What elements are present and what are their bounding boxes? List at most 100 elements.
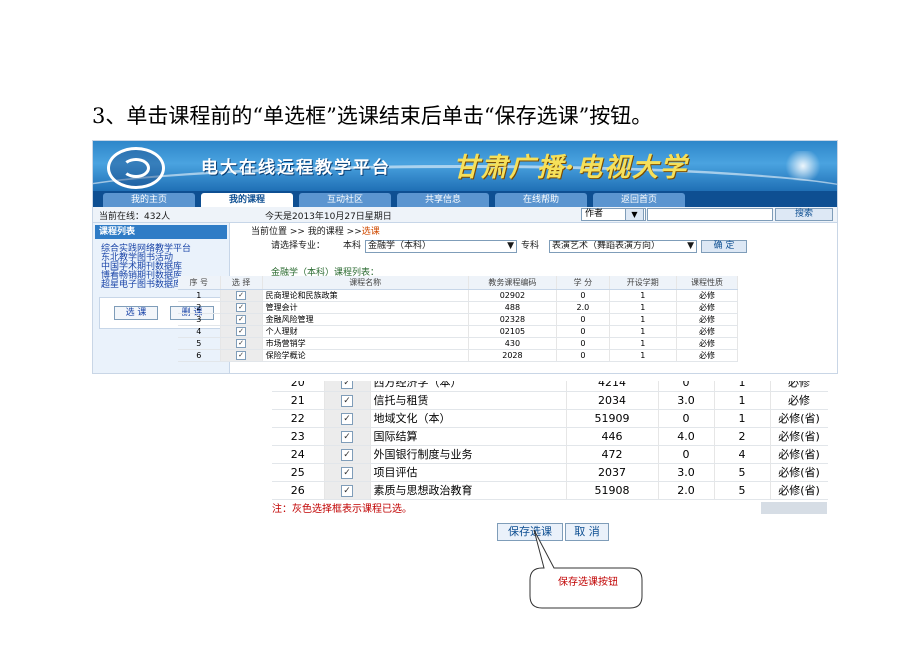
course-checkbox-cell[interactable]: ✓	[220, 349, 263, 362]
course-name: 管理会计	[262, 301, 469, 314]
specialty-select[interactable]: 表演艺术（舞蹈表演方向） ▼	[549, 240, 697, 253]
callout-text: 保存选课按钮	[558, 577, 618, 588]
checkbox-checked-icon[interactable]: ✓	[236, 315, 247, 324]
credits: 0	[556, 313, 610, 326]
checkbox-checked-icon[interactable]: ✓	[341, 449, 353, 461]
university-brand: 甘肃广播·电视大学	[453, 153, 689, 183]
search-button[interactable]: 搜索	[775, 208, 833, 221]
course-name: 金融风险管理	[262, 313, 469, 326]
course-code: 2034	[566, 391, 659, 410]
col-header: 教务课程编码	[468, 276, 558, 290]
tab-community[interactable]: 互动社区	[299, 193, 391, 207]
banner-glow	[783, 151, 823, 181]
table-row: 2 ✓ 管理会计 488 2.0 1 必修	[178, 301, 739, 314]
course-code: 430	[468, 337, 558, 350]
col-header: 课程名称	[262, 276, 469, 290]
tab-shared-info[interactable]: 共享信息	[397, 193, 489, 207]
term: 5	[714, 463, 771, 482]
checkbox-checked-icon[interactable]: ✓	[236, 303, 247, 312]
checkbox-checked-icon[interactable]: ✓	[236, 327, 247, 336]
credits: 2.0	[556, 301, 610, 314]
select-course-button[interactable]: 选 课	[114, 306, 158, 320]
online-count: 当前在线：432人	[99, 212, 171, 222]
specialty-label: 专科	[521, 241, 540, 251]
course-no: 26	[272, 481, 325, 500]
checkbox-checked-icon[interactable]: ✓	[341, 467, 353, 479]
search-input[interactable]	[647, 208, 773, 221]
table-row: 5 ✓ 市场营销学 430 0 1 必修	[178, 337, 739, 350]
course-table-bottom: 20 ✓ 西方经济学（本） 4214 0 1 必修 21 ✓ 信托与租赁 2034 3.0 1 必修 22 ✓…	[272, 381, 828, 500]
instruction-text: 3、单击课程前的“单选框”选课结束后单击“保存选课”按钮。	[92, 104, 653, 128]
course-checkbox-cell[interactable]: ✓	[324, 409, 371, 428]
course-checkbox-cell[interactable]: ✓	[324, 463, 371, 482]
course-no: 6	[178, 349, 221, 362]
course-type: 必修(省)	[770, 463, 828, 482]
credits: 0	[556, 325, 610, 338]
course-no: 3	[178, 313, 221, 326]
course-name: 国际结算	[370, 427, 567, 446]
checkbox-checked-icon[interactable]: ✓	[341, 485, 353, 497]
checkbox-checked-icon[interactable]: ✓	[341, 381, 353, 389]
course-checkbox-cell[interactable]: ✓	[220, 337, 263, 350]
course-name: 西方经济学（本）	[370, 381, 567, 392]
course-checkbox-cell[interactable]: ✓	[324, 427, 371, 446]
level-label: 本科	[343, 241, 362, 251]
course-checkbox-cell[interactable]: ✓	[220, 313, 263, 326]
checkbox-checked-icon[interactable]: ✓	[341, 413, 353, 425]
checkbox-checked-icon[interactable]: ✓	[341, 395, 353, 407]
today-date: 今天是2013年10月27日星期日	[265, 212, 392, 222]
term: 2	[714, 427, 771, 446]
course-code: 02105	[468, 325, 558, 338]
major-prompt: 请选择专业：	[271, 241, 326, 251]
tab-my-home[interactable]: 我的主页	[103, 193, 195, 207]
course-type: 必修	[770, 381, 828, 392]
course-code: 2037	[566, 463, 659, 482]
course-no: 25	[272, 463, 325, 482]
course-name: 项目评估	[370, 463, 567, 482]
course-checkbox-cell[interactable]: ✓	[324, 391, 371, 410]
course-name: 市场营销学	[262, 337, 469, 350]
tab-return-home[interactable]: 返回首页	[593, 193, 685, 207]
course-checkbox-cell[interactable]: ✓	[324, 445, 371, 464]
table-row: 25 ✓ 项目评估 2037 3.0 5 必修(省)	[272, 463, 828, 482]
tab-online-help[interactable]: 在线帮助	[495, 193, 587, 207]
table-row: 6 ✓ 保险学概论 2028 0 1 必修	[178, 349, 739, 362]
credits: 3.0	[658, 391, 715, 410]
checkbox-checked-icon[interactable]: ✓	[236, 339, 247, 348]
course-type: 必修	[676, 349, 739, 362]
confirm-major-button[interactable]: 确 定	[701, 240, 747, 253]
chevron-down-icon[interactable]: ▼	[625, 208, 644, 221]
term: 1	[609, 289, 677, 302]
term: 1	[609, 337, 677, 350]
course-checkbox-cell[interactable]: ✓	[220, 301, 263, 314]
checkbox-checked-icon[interactable]: ✓	[236, 351, 247, 360]
credits: 0	[658, 409, 715, 428]
course-checkbox-cell[interactable]: ✓	[220, 325, 263, 338]
col-header: 学 分	[556, 276, 610, 290]
course-type: 必修(省)	[770, 427, 828, 446]
callout-bubble	[529, 530, 643, 609]
course-checkbox-cell[interactable]: ✓	[220, 289, 263, 302]
credits: 0	[658, 381, 715, 392]
table-row: 23 ✓ 国际结算 446 4.0 2 必修(省)	[272, 427, 828, 446]
table-row: 22 ✓ 地域文化（本） 51909 0 1 必修(省)	[272, 409, 828, 428]
checkbox-checked-icon[interactable]: ✓	[236, 291, 247, 300]
course-no: 20	[272, 381, 325, 392]
checkbox-checked-icon[interactable]: ✓	[341, 431, 353, 443]
course-name: 素质与思想政治教育	[370, 481, 567, 500]
col-header: 选 择	[220, 276, 263, 290]
term: 1	[609, 349, 677, 362]
course-checkbox-cell[interactable]: ✓	[324, 481, 371, 500]
breadcrumb-path: 当前位置 >> 我的课程 >>	[251, 227, 362, 237]
major-select-value: 金融学（本科）	[368, 241, 432, 251]
course-code: 02328	[468, 313, 558, 326]
tab-my-courses[interactable]: 我的课程	[201, 193, 293, 207]
course-code: 446	[566, 427, 659, 446]
course-code: 472	[566, 445, 659, 464]
table-row: 21 ✓ 信托与租赁 2034 3.0 1 必修	[272, 391, 828, 410]
major-select[interactable]: 金融学（本科） ▼	[365, 240, 517, 253]
table-row: 1 ✓ 民商理论和民族政策 02902 0 1 必修	[178, 289, 739, 302]
course-checkbox-cell[interactable]: ✓	[324, 381, 371, 392]
table-row: 24 ✓ 外国银行制度与业务 472 0 4 必修(省)	[272, 445, 828, 464]
credits: 4.0	[658, 427, 715, 446]
